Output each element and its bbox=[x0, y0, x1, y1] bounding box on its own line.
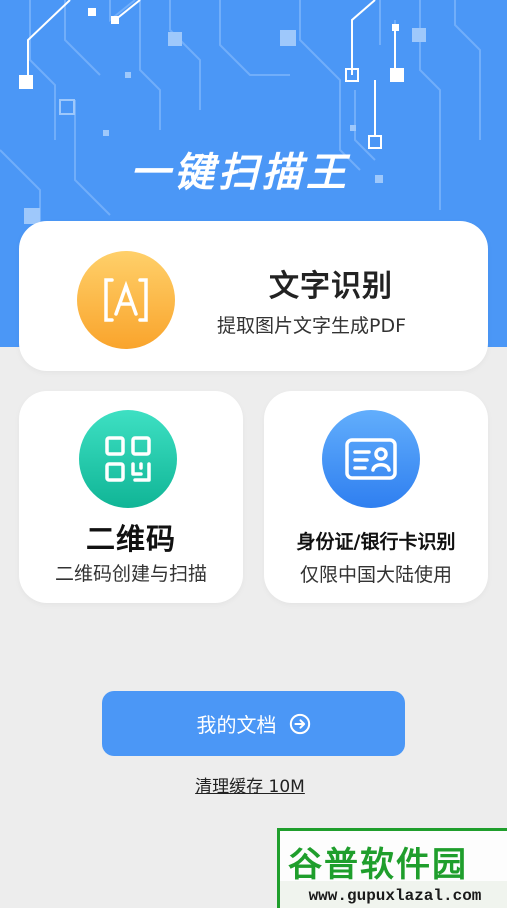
qr-glyph-icon bbox=[105, 436, 151, 482]
arrow-right-circle-icon bbox=[289, 713, 310, 734]
watermark-url: www.gupuxlazal.com bbox=[280, 881, 507, 908]
my-documents-label: 我的文档 bbox=[196, 713, 277, 737]
id-bank-card-recognition-card[interactable]: 身份证/银行卡识别 仅限中国大陆使用 bbox=[264, 391, 488, 603]
id-card-icon bbox=[322, 410, 420, 508]
app-screen: 一键扫描王 文字识别 提取图片文字生成PDF 二维码 二维码创建与扫描 身份证/… bbox=[0, 0, 507, 908]
text-recognition-subtitle: 提取图片文字生成PDF bbox=[217, 315, 407, 337]
app-title: 一键扫描王 bbox=[130, 150, 350, 196]
text-recognition-icon bbox=[77, 251, 175, 349]
qr-code-card[interactable]: 二维码 二维码创建与扫描 bbox=[19, 391, 243, 603]
watermark-brand: 谷普软件园 bbox=[288, 845, 468, 885]
my-documents-button[interactable]: 我的文档 bbox=[102, 691, 405, 756]
text-recognition-title: 文字识别 bbox=[269, 269, 393, 304]
qr-code-title: 二维码 bbox=[85, 522, 176, 556]
id-card-glyph-icon bbox=[345, 438, 397, 480]
qr-code-icon bbox=[79, 410, 177, 508]
id-bank-card-title: 身份证/银行卡识别 bbox=[296, 531, 456, 553]
scan-letter-a-icon bbox=[104, 278, 148, 322]
site-watermark: 谷普软件园 www.gupuxlazal.com bbox=[277, 828, 507, 908]
qr-code-subtitle: 二维码创建与扫描 bbox=[54, 563, 207, 585]
id-bank-card-subtitle: 仅限中国大陆使用 bbox=[299, 564, 452, 586]
text-recognition-card[interactable]: 文字识别 提取图片文字生成PDF bbox=[19, 221, 488, 371]
clear-cache-link[interactable]: 清理缓存 10M bbox=[0, 772, 500, 797]
